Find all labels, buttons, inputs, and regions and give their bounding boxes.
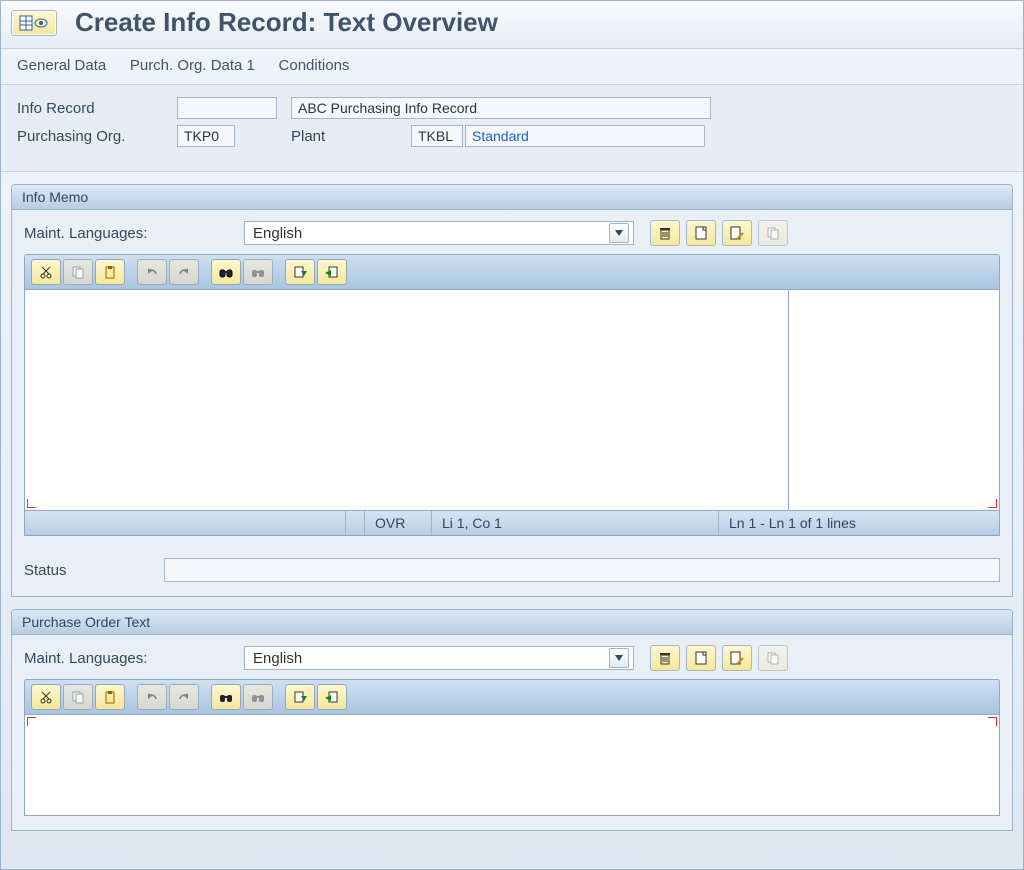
- redo-icon: [177, 690, 191, 704]
- import-icon: [293, 690, 307, 704]
- maint-languages-label: Maint. Languages:: [24, 225, 244, 242]
- plant-label: Plant: [291, 128, 411, 145]
- find-button[interactable]: [211, 259, 241, 285]
- info-memo-panel: Info Memo Maint. Languages: English: [11, 184, 1013, 597]
- delete-button[interactable]: [650, 220, 680, 246]
- crop-corner-icon: [988, 499, 997, 508]
- info-record-input[interactable]: [177, 97, 277, 119]
- editor-status-bar: OVR Li 1, Co 1 Ln 1 - Ln 1 of 1 lines: [24, 511, 1000, 536]
- binoculars-icon: [219, 265, 233, 279]
- export-icon: [325, 265, 339, 279]
- menu-general-data[interactable]: General Data: [17, 57, 106, 74]
- status-seg-blank: [25, 511, 346, 535]
- import-button[interactable]: [285, 259, 315, 285]
- copy-icon: [766, 651, 780, 665]
- edit-button[interactable]: [722, 220, 752, 246]
- redo-button[interactable]: [169, 684, 199, 710]
- find-next-button[interactable]: [243, 259, 273, 285]
- crop-corner-icon: [27, 499, 36, 508]
- clipboard-icon: [103, 690, 117, 704]
- trash-icon: [658, 226, 672, 240]
- binoculars-icon: [219, 690, 233, 704]
- edit-button[interactable]: [722, 645, 752, 671]
- copy-icon: [766, 226, 780, 240]
- binoculars-icon: [251, 690, 265, 704]
- info-record-desc[interactable]: ABC Purchasing Info Record: [291, 97, 711, 119]
- copy-button[interactable]: [758, 220, 788, 246]
- redo-icon: [177, 265, 191, 279]
- undo-button[interactable]: [137, 259, 167, 285]
- menu-conditions[interactable]: Conditions: [279, 57, 350, 74]
- copy-text-button[interactable]: [63, 259, 93, 285]
- scissors-icon: [39, 690, 53, 704]
- category-input[interactable]: Standard: [465, 125, 705, 147]
- language-select[interactable]: English: [244, 221, 634, 245]
- undo-icon: [145, 690, 159, 704]
- export-icon: [325, 690, 339, 704]
- purch-org-label: Purchasing Org.: [17, 128, 177, 145]
- undo-button[interactable]: [137, 684, 167, 710]
- title-bar: Create Info Record: Text Overview: [1, 1, 1023, 49]
- export-button[interactable]: [317, 259, 347, 285]
- po-text-header: Purchase Order Text: [12, 610, 1012, 635]
- copy-icon: [71, 265, 85, 279]
- editor-toolbar: [24, 254, 1000, 290]
- cut-button[interactable]: [31, 684, 61, 710]
- header-fields: Info Record ABC Purchasing Info Record P…: [1, 85, 1023, 172]
- status-ovr: OVR: [365, 511, 432, 535]
- import-button[interactable]: [285, 684, 315, 710]
- info-record-label: Info Record: [17, 100, 177, 117]
- cut-button[interactable]: [31, 259, 61, 285]
- pencil-document-icon: [730, 226, 744, 240]
- language-value: English: [253, 225, 302, 242]
- create-button[interactable]: [686, 645, 716, 671]
- status-field[interactable]: [164, 558, 1000, 582]
- copy-icon: [71, 690, 85, 704]
- plant-input[interactable]: TKBL: [411, 125, 463, 147]
- crop-corner-icon: [27, 717, 36, 726]
- dropdown-arrow-icon: [609, 648, 629, 668]
- text-editor[interactable]: [24, 290, 1000, 511]
- language-select[interactable]: English: [244, 646, 634, 670]
- redo-button[interactable]: [169, 259, 199, 285]
- purch-org-input[interactable]: TKP0: [177, 125, 235, 147]
- pencil-document-icon: [730, 651, 744, 665]
- status-line-range: Ln 1 - Ln 1 of 1 lines: [719, 511, 999, 535]
- maint-languages-label: Maint. Languages:: [24, 650, 244, 667]
- export-button[interactable]: [317, 684, 347, 710]
- text-editor[interactable]: [24, 715, 1000, 816]
- page-title: Create Info Record: Text Overview: [75, 7, 498, 38]
- copy-button[interactable]: [758, 645, 788, 671]
- document-icon: [694, 651, 708, 665]
- purchase-order-text-panel: Purchase Order Text Maint. Languages: En…: [11, 609, 1013, 831]
- document-icon: [694, 226, 708, 240]
- paste-button[interactable]: [95, 259, 125, 285]
- language-value: English: [253, 650, 302, 667]
- editor-toolbar: [24, 679, 1000, 715]
- menu-purch-org-data[interactable]: Purch. Org. Data 1: [130, 57, 255, 74]
- overview-icon-button[interactable]: [11, 10, 57, 36]
- dropdown-arrow-icon: [609, 223, 629, 243]
- crop-corner-icon: [988, 717, 997, 726]
- status-line-col: Li 1, Co 1: [432, 511, 719, 535]
- trash-icon: [658, 651, 672, 665]
- undo-icon: [145, 265, 159, 279]
- info-memo-header: Info Memo: [12, 185, 1012, 210]
- find-next-button[interactable]: [243, 684, 273, 710]
- menu-bar: General Data Purch. Org. Data 1 Conditio…: [1, 49, 1023, 85]
- clipboard-icon: [103, 265, 117, 279]
- grid-eye-icon: [19, 15, 49, 31]
- binoculars-icon: [251, 265, 265, 279]
- scissors-icon: [39, 265, 53, 279]
- copy-text-button[interactable]: [63, 684, 93, 710]
- paste-button[interactable]: [95, 684, 125, 710]
- status-label: Status: [24, 562, 164, 579]
- import-icon: [293, 265, 307, 279]
- find-button[interactable]: [211, 684, 241, 710]
- ruler-line: [788, 290, 789, 510]
- create-button[interactable]: [686, 220, 716, 246]
- delete-button[interactable]: [650, 645, 680, 671]
- status-seg-divider: [346, 511, 365, 535]
